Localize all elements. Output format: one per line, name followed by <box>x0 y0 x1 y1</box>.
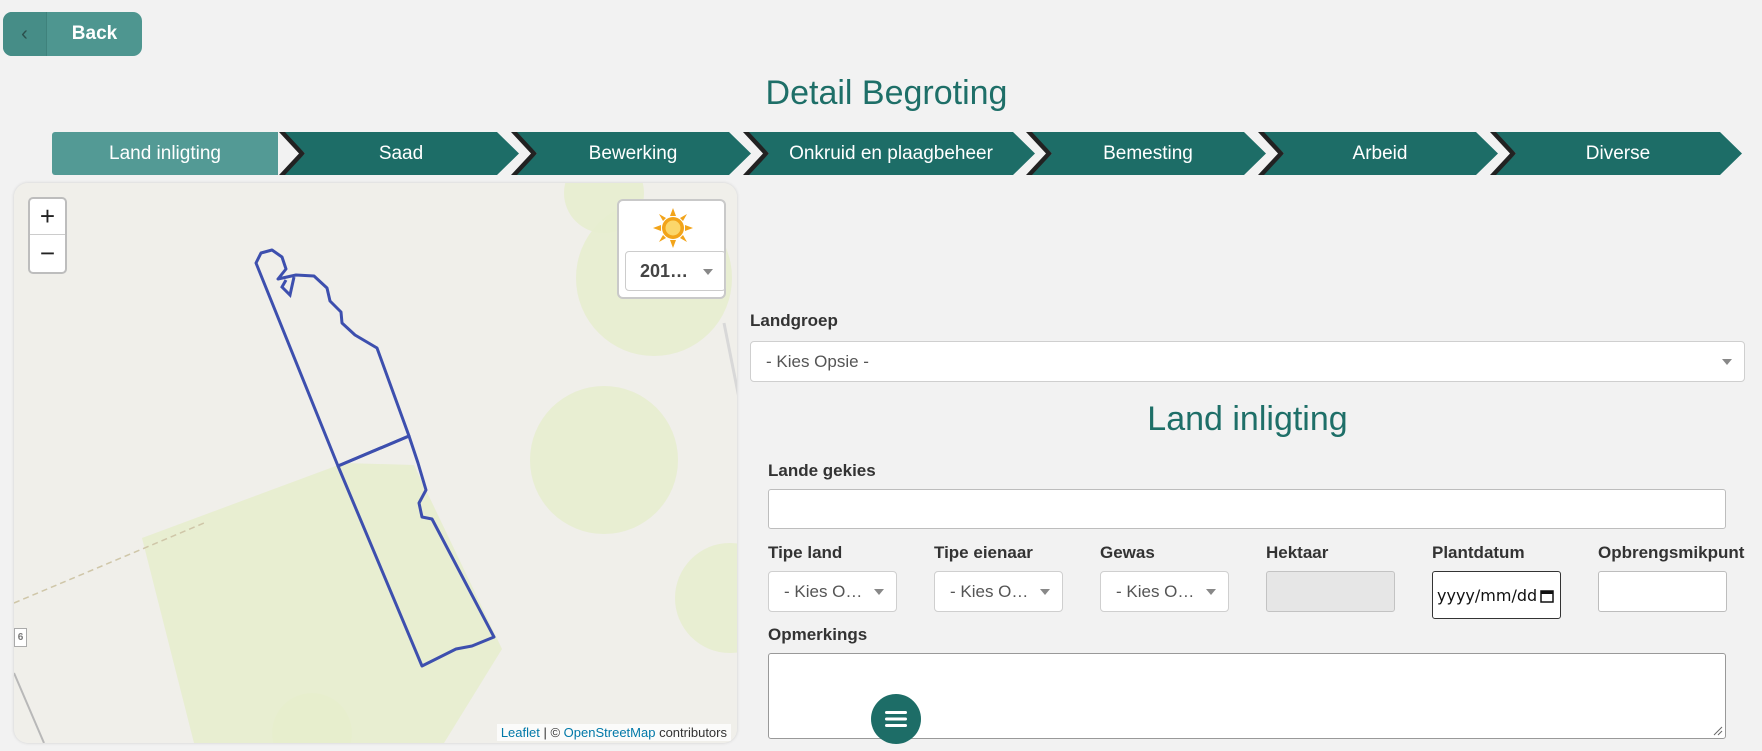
wizard-steps: Land inligting Saad Bewerking Onkruid en… <box>52 132 1742 175</box>
chevron-down-icon <box>1040 588 1050 595</box>
map-attribution: Leaflet | © OpenStreetMap contributors <box>496 724 731 741</box>
hektaar-label: Hektaar <box>1266 543 1329 562</box>
calendar-icon[interactable] <box>1540 589 1554 603</box>
tipe-eienaar-label: Tipe eienaar <box>934 543 1033 562</box>
step-onkruid-en-plaagbeheer[interactable]: Onkruid en plaagbeheer <box>747 132 1035 175</box>
step-bemesting[interactable]: Bemesting <box>1030 132 1266 175</box>
tile-label: 6 <box>14 628 27 647</box>
opbrengsmikpunt-field[interactable] <box>1598 571 1727 612</box>
section-title: Land inligting <box>1147 400 1348 438</box>
chevron-left-icon: ‹ <box>3 12 47 56</box>
step-diverse[interactable]: Diverse <box>1494 132 1742 175</box>
chevron-down-icon <box>1722 358 1732 365</box>
map[interactable]: 6 + − 201… Leaflet | © OpenStreetMap con… <box>14 183 737 743</box>
lande-gekies-field[interactable] <box>768 489 1726 529</box>
leaflet-link[interactable]: Leaflet <box>501 725 540 740</box>
chevron-down-icon <box>703 269 713 275</box>
tipe-land-select[interactable]: - Kies O… <box>768 571 897 612</box>
tipe-land-label: Tipe land <box>768 543 843 562</box>
hamburger-menu-icon <box>885 711 907 727</box>
resize-handle-icon[interactable] <box>1713 726 1723 736</box>
chevron-down-icon <box>1206 588 1216 595</box>
openstreetmap-link[interactable]: OpenStreetMap <box>564 725 656 740</box>
landgroep-label: Landgroep <box>750 311 838 330</box>
zoom-control: + − <box>28 197 67 274</box>
layer-control: 201… <box>617 199 726 299</box>
menu-fab-button[interactable] <box>871 694 921 744</box>
hektaar-field <box>1266 571 1395 612</box>
step-bewerking[interactable]: Bewerking <box>515 132 751 175</box>
zoom-in-button[interactable]: + <box>30 199 65 235</box>
back-button[interactable]: ‹ Back <box>3 12 142 56</box>
lande-gekies-label: Lande gekies <box>768 461 876 480</box>
opmerkings-label: Opmerkings <box>768 625 868 644</box>
page-title: Detail Begroting <box>765 74 1008 112</box>
year-select[interactable]: 201… <box>625 251 726 291</box>
plantdatum-label: Plantdatum <box>1432 543 1525 562</box>
tipe-eienaar-select[interactable]: - Kies O… <box>934 571 1063 612</box>
back-label: Back <box>71 23 118 44</box>
landgroep-select[interactable]: - Kies Opsie - <box>750 341 1745 382</box>
gewas-label: Gewas <box>1100 543 1155 562</box>
opbrengsmikpunt-label: Opbrengsmikpunt <box>1598 543 1745 562</box>
chevron-down-icon <box>874 588 884 595</box>
step-land-inligting[interactable]: Land inligting <box>52 132 278 175</box>
gewas-select[interactable]: - Kies O… <box>1100 571 1229 612</box>
zoom-out-button[interactable]: − <box>30 235 65 271</box>
sun-icon[interactable] <box>652 207 694 249</box>
plantdatum-field[interactable]: yyyy/mm/dd <box>1432 571 1561 619</box>
step-arbeid[interactable]: Arbeid <box>1262 132 1498 175</box>
step-saad[interactable]: Saad <box>283 132 519 175</box>
